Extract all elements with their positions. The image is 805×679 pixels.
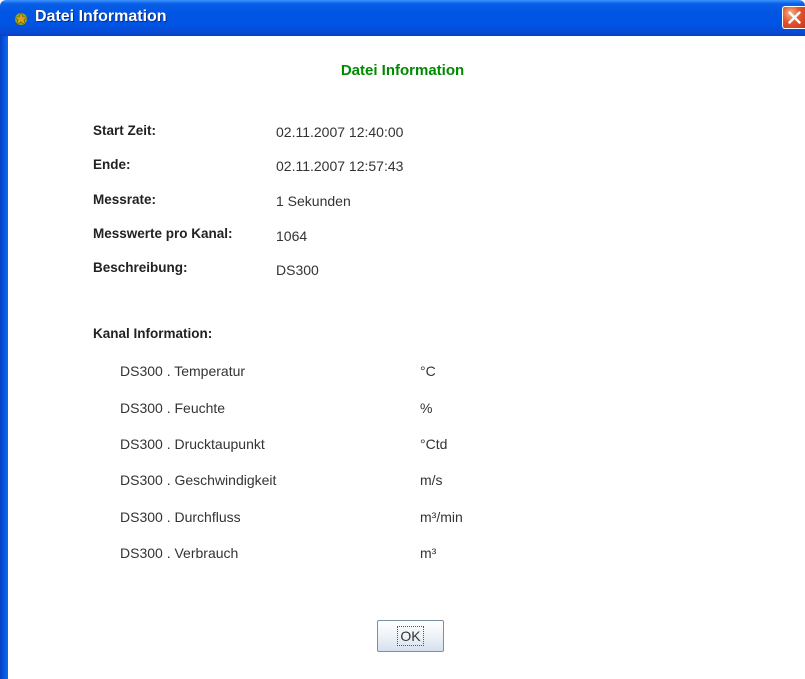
description-value: DS300 [276, 262, 319, 278]
values-per-channel-label: Messwerte pro Kanal: [93, 226, 233, 241]
channel-name: DS300 . Durchfluss [120, 509, 241, 525]
start-time-value: 02.11.2007 12:40:00 [276, 124, 404, 140]
dialog-window: Datei Information Datei Information Star… [0, 0, 805, 679]
app-icon [13, 10, 29, 26]
channel-name: DS300 . Drucktaupunkt [120, 436, 265, 452]
channel-unit: % [420, 400, 433, 416]
window-title: Datei Information [35, 8, 167, 25]
sample-rate-label: Messrate: [93, 192, 157, 207]
channel-name: DS300 . Verbrauch [120, 545, 239, 561]
description-label: Beschreibung: [93, 260, 188, 275]
window-left-border [0, 36, 8, 679]
channel-unit: °C [420, 363, 436, 379]
channel-name: DS300 . Temperatur [120, 363, 246, 379]
channel-unit: °Ctd [420, 436, 448, 452]
start-time-label: Start Zeit: [93, 123, 157, 138]
title-bar[interactable]: Datei Information [0, 0, 805, 36]
ok-button[interactable]: OK [377, 620, 444, 652]
channel-unit: m³/min [420, 509, 463, 525]
channel-name: DS300 . Feuchte [120, 400, 226, 416]
values-per-channel-value: 1064 [276, 228, 308, 244]
channel-unit: m/s [420, 472, 443, 488]
channel-info-heading: Kanal Information: [93, 326, 213, 341]
close-button[interactable] [782, 6, 805, 29]
sample-rate-value: 1 Sekunden [276, 193, 351, 209]
close-icon [788, 11, 801, 24]
ok-button-label: OK [397, 626, 424, 646]
dialog-heading: Datei Information [340, 62, 465, 79]
channel-unit: m³ [420, 545, 437, 561]
end-time-value: 02.11.2007 12:57:43 [276, 158, 404, 174]
channel-name: DS300 . Geschwindigkeit [120, 472, 277, 488]
end-time-label: Ende: [93, 157, 131, 172]
